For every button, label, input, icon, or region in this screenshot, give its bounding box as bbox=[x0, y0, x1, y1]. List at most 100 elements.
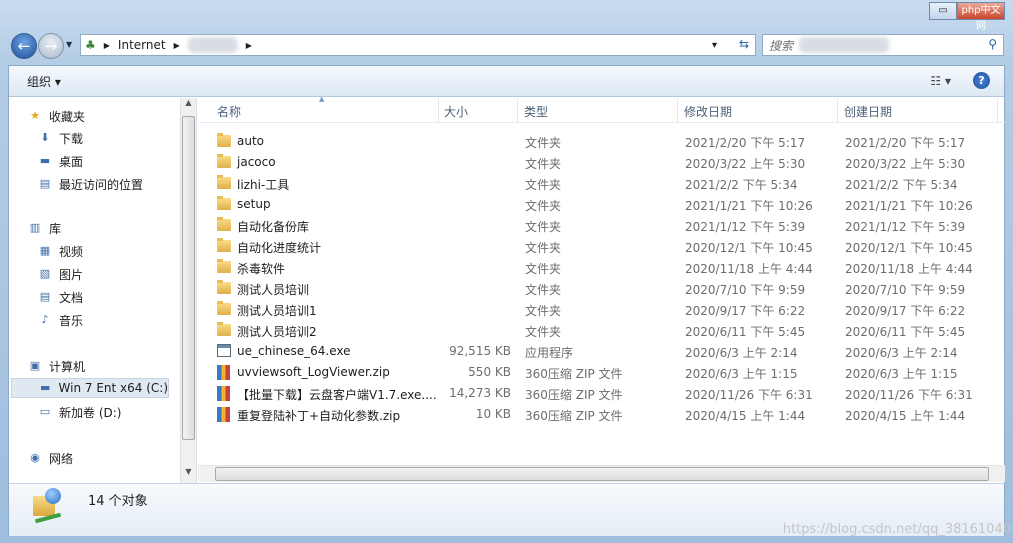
watermark: https://blog.csdn.net/qq_38161040 bbox=[782, 522, 1011, 537]
nav-item-label: 图片 bbox=[59, 267, 84, 282]
horizontal-scrollbar[interactable] bbox=[198, 465, 1005, 482]
address-dropdown-icon[interactable]: ▾ bbox=[712, 40, 717, 51]
zip-archive-icon bbox=[217, 407, 230, 422]
file-type: 文件夹 bbox=[525, 220, 562, 234]
file-name: auto bbox=[237, 134, 265, 148]
help-icon[interactable]: ? bbox=[973, 72, 990, 89]
column-name[interactable]: 名称 bbox=[217, 103, 241, 120]
nav-item[interactable]: ▣ 计算机 bbox=[27, 356, 85, 376]
nav-item[interactable]: ▦ 视频 bbox=[37, 241, 83, 261]
file-created: 2020/7/10 下午 9:59 bbox=[845, 283, 966, 297]
search-icon[interactable]: ⚲ bbox=[988, 37, 997, 51]
column-divider bbox=[517, 98, 518, 123]
zip-archive-icon bbox=[217, 365, 230, 380]
column-divider bbox=[438, 98, 439, 123]
file-created: 2020/4/15 上午 1:44 bbox=[845, 409, 966, 423]
nav-item[interactable]: ▬ 桌面 bbox=[37, 151, 83, 171]
file-row[interactable]: 测试人员培训2 文件夹 2020/6/11 下午 5:45 2020/6/11 下午 … bbox=[198, 320, 988, 341]
search-input[interactable]: 搜索 ⚲ bbox=[762, 34, 1004, 56]
file-row[interactable]: 【批量下载】云盘客户端V1.7.exe.... 14,273 KB 360压缩 ZI… bbox=[198, 383, 988, 404]
file-row[interactable]: auto 文件夹 2021/2/20 下午 5:17 2021/2/20 下午 5:1… bbox=[198, 131, 988, 152]
file-type: 文件夹 bbox=[525, 199, 562, 213]
file-row[interactable]: uvviewsoft_LogViewer.zip 550 KB 360压缩 ZIP … bbox=[198, 362, 988, 383]
breadcrumb-separator-icon[interactable]: ▶ bbox=[104, 41, 110, 50]
file-modified: 2020/7/10 下午 9:59 bbox=[685, 283, 806, 297]
file-created: 2021/2/2 下午 5:34 bbox=[845, 178, 958, 192]
folder-icon bbox=[217, 154, 231, 168]
location-icon: ▤ bbox=[39, 290, 51, 303]
column-created[interactable]: 创建日期 bbox=[844, 103, 892, 120]
minimize-button[interactable]: ▭ bbox=[929, 2, 957, 20]
navigation-pane: ★ 收藏夹 ⬇ 下载 ▬ 桌面 ▤ 最近访问的位置 ▥ 库 ▦ 视频 ▧ 图片 ▤ 文档 ♪ 音乐 ▣ 计算机 ▬ Win… bbox=[9, 98, 197, 483]
nav-item[interactable]: ▤ 文档 bbox=[37, 287, 83, 307]
breadcrumb-internet[interactable]: Internet bbox=[118, 38, 166, 52]
file-row[interactable]: lizhi-工具 文件夹 2021/2/2 下午 5:34 2021/2/2 下午 5… bbox=[198, 173, 988, 194]
nav-scrollbar[interactable]: ▲ ▼ bbox=[180, 98, 196, 483]
nav-item-label: 视频 bbox=[59, 244, 84, 259]
file-row[interactable]: 自动化备份库 文件夹 2021/1/12 下午 5:39 2021/1/12 下午 5… bbox=[198, 215, 988, 236]
file-created: 2020/6/11 下午 5:45 bbox=[845, 325, 966, 339]
sort-ascending-icon: ▲ bbox=[319, 95, 325, 103]
nav-item[interactable]: ▬ Win 7 Ent x64 (C:) bbox=[11, 378, 169, 398]
scroll-up-icon[interactable]: ▲ bbox=[181, 98, 196, 114]
folder-icon bbox=[217, 301, 231, 315]
folder-icon bbox=[217, 238, 231, 252]
scroll-thumb[interactable] bbox=[182, 116, 195, 440]
nav-item-label: 文档 bbox=[59, 290, 84, 305]
location-icon: ▤ bbox=[39, 177, 51, 190]
file-type: 文件夹 bbox=[525, 157, 562, 171]
nav-item[interactable]: ▥ 库 bbox=[27, 218, 61, 238]
file-modified: 2020/9/17 下午 6:22 bbox=[685, 304, 806, 318]
file-name: 测试人员培训1 bbox=[237, 304, 317, 318]
nav-item-label: 网络 bbox=[49, 451, 74, 466]
nav-item[interactable]: ◉ 网络 bbox=[27, 448, 73, 468]
file-name: 杀毒软件 bbox=[237, 262, 286, 276]
column-modified[interactable]: 修改日期 bbox=[684, 103, 732, 120]
file-row[interactable]: 测试人员培训 文件夹 2020/7/10 下午 9:59 2020/7/10 下午 9… bbox=[198, 278, 988, 299]
file-row[interactable]: 自动化进度统计 文件夹 2020/12/1 下午 10:45 2020/12/1 下午… bbox=[198, 236, 988, 257]
organize-menu[interactable]: 组织 ▾ bbox=[27, 73, 61, 90]
forward-button[interactable]: → bbox=[38, 33, 64, 59]
file-name: ue_chinese_64.exe bbox=[237, 344, 351, 358]
view-options-button[interactable]: ☷ ▾ bbox=[930, 74, 951, 88]
nav-item[interactable]: ▤ 最近访问的位置 bbox=[37, 174, 143, 194]
file-row[interactable]: 重复登陆补丁+自动化参数.zip 10 KB 360压缩 ZIP 文件 2020/4/… bbox=[198, 404, 988, 425]
close-button[interactable]: php中文网 bbox=[957, 2, 1005, 32]
folder-icon bbox=[217, 322, 231, 336]
back-button[interactable]: ← bbox=[11, 33, 37, 59]
nav-item[interactable]: ▧ 图片 bbox=[37, 264, 83, 284]
nav-item[interactable]: ♪ 音乐 bbox=[37, 310, 83, 330]
explorer-body: 组织 ▾ ☷ ▾ ? ★ 收藏夹 ⬇ 下载 ▬ 桌面 ▤ 最近访问的位置 ▥ 库 ▦ 视频 ▧ 图片 ▤ 文档… bbox=[8, 65, 1005, 536]
nav-item-label: 音乐 bbox=[59, 313, 84, 328]
location-icon: ▭ bbox=[39, 405, 51, 418]
nav-item[interactable]: ⬇ 下载 bbox=[37, 128, 83, 148]
file-row[interactable]: 测试人员培训1 文件夹 2020/9/17 下午 6:22 2020/9/17 下午 … bbox=[198, 299, 988, 320]
scroll-thumb[interactable] bbox=[215, 467, 989, 481]
breadcrumb-separator-icon[interactable]: ▶ bbox=[246, 41, 252, 50]
location-icon: ♪ bbox=[41, 313, 49, 326]
file-name: 自动化备份库 bbox=[237, 220, 310, 234]
folder-icon bbox=[217, 175, 231, 189]
file-modified: 2020/12/1 下午 10:45 bbox=[685, 241, 813, 255]
file-modified: 2020/11/26 下午 6:31 bbox=[685, 388, 813, 402]
nav-item[interactable]: ▭ 新加卷 (D:) bbox=[37, 402, 122, 422]
nav-item[interactable]: ★ 收藏夹 bbox=[27, 106, 85, 126]
address-bar[interactable]: ♣ ▶ Internet ▶ ▶ ▾ bbox=[80, 34, 756, 56]
file-row[interactable]: jacoco 文件夹 2020/3/22 上午 5:30 2020/3/22 上午 5… bbox=[198, 152, 988, 173]
column-size[interactable]: 大小 bbox=[444, 103, 468, 120]
recent-pages-dropdown[interactable]: ▼ bbox=[66, 40, 72, 49]
refresh-button[interactable]: ⇆ bbox=[732, 34, 756, 56]
column-type[interactable]: 类型 bbox=[524, 103, 548, 120]
file-row[interactable]: 杀毒软件 文件夹 2020/11/18 上午 4:44 2020/11/18 上午 4… bbox=[198, 257, 988, 278]
scroll-down-icon[interactable]: ▼ bbox=[181, 467, 196, 483]
file-name: setup bbox=[237, 197, 271, 211]
file-modified: 2020/6/11 下午 5:45 bbox=[685, 325, 806, 339]
file-row[interactable]: ue_chinese_64.exe 92,515 KB 应用程序 2020/6/3 上… bbox=[198, 341, 988, 362]
breadcrumb-separator-icon[interactable]: ▶ bbox=[174, 41, 180, 50]
file-type: 文件夹 bbox=[525, 325, 562, 339]
breadcrumb-redacted[interactable] bbox=[187, 37, 238, 53]
file-modified: 2021/2/20 下午 5:17 bbox=[685, 136, 806, 150]
file-row[interactable]: setup 文件夹 2021/1/21 下午 10:26 2021/1/21 下午 1… bbox=[198, 194, 988, 215]
location-icon: ⬇ bbox=[40, 131, 50, 144]
file-modified: 2020/11/18 上午 4:44 bbox=[685, 262, 813, 276]
